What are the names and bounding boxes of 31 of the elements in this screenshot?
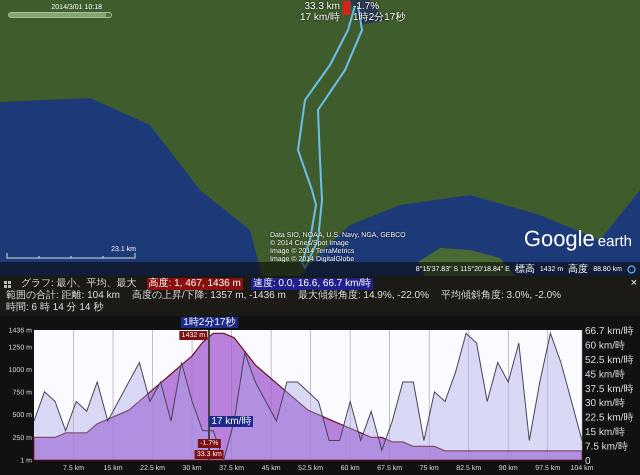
- speed-label: 17 km/時: [209, 416, 254, 427]
- speed-axis-label: 7.5 km/時: [585, 442, 628, 453]
- totals-text: 最大傾斜角度: 14.9%, -22.0%: [296, 290, 430, 302]
- timeline-slider[interactable]: [8, 12, 112, 18]
- speed-axis-label: 22.5 km/時: [585, 412, 634, 424]
- speed-axis-label: 60 km/時: [585, 340, 626, 352]
- loading-ring-icon: [627, 264, 636, 274]
- time-label: 1時2分17秒: [181, 317, 238, 328]
- speed-axis-label: 15 km/時: [585, 427, 626, 438]
- marker-speed: 17 km/時: [300, 12, 340, 23]
- logo-text: Google: [524, 226, 595, 252]
- speed-axis-label: 52.5 km/時: [585, 354, 634, 366]
- speed-axis-label: 37.5 km/時: [585, 384, 634, 395]
- logo-text: earth: [598, 233, 632, 250]
- totals-text: 平均傾斜角度: 3.0%, -2.0%: [440, 290, 562, 302]
- grid-icon[interactable]: [4, 280, 11, 288]
- position-marker-icon: [343, 1, 350, 15]
- speed-axis-label: 66.7 km/時: [585, 326, 634, 337]
- speed-axis-label: 45 km/時: [585, 369, 626, 380]
- elevation-label: 標高: [514, 262, 535, 276]
- totals-text: 時間: 6 時 14 分 14 秒: [5, 302, 104, 314]
- altitude-label: 高度: [568, 262, 588, 276]
- marker-distance: 33.3 km: [304, 1, 340, 12]
- graph-legend-text: グラフ: 最小、平均、最大: [20, 278, 138, 290]
- totals-text: 高度の上昇/下降: 1357 m, -1436 m: [130, 290, 287, 302]
- speed-range-text: 速度: 0.0, 16.6, 66.7 km/時: [250, 278, 374, 290]
- close-button[interactable]: ×: [630, 277, 637, 289]
- marker-grade: -1.7%: [353, 1, 380, 12]
- elevation-range-text: 高度: 1, 467, 1436 m: [146, 278, 243, 290]
- totals-text: 範囲の合計: 距離: 104 km: [5, 290, 121, 302]
- speed-axis-label: 30 km/時: [585, 398, 626, 410]
